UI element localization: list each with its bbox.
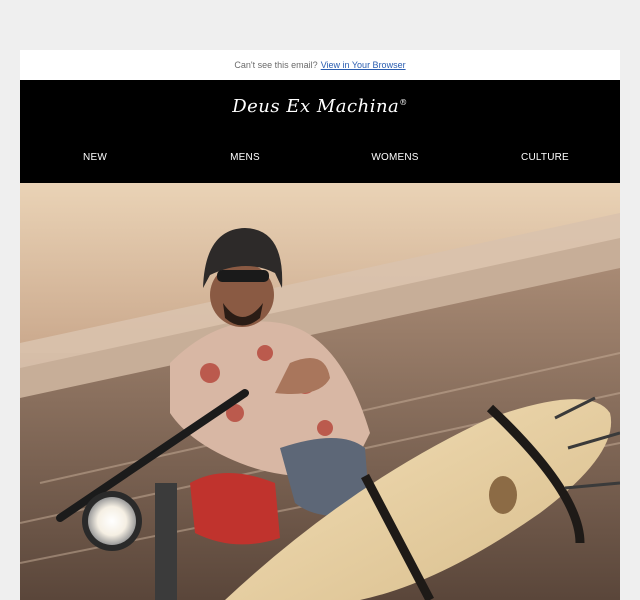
sunglasses: [217, 270, 269, 282]
main-nav: NEW MENS WOMENS CULTURE: [20, 152, 620, 163]
board-logo-icon: [489, 476, 517, 514]
preheader: Can't see this email? View in Your Brows…: [20, 50, 620, 80]
preheader-text: Can't see this email?: [234, 60, 318, 70]
headlight: [88, 497, 136, 545]
email-header: Deus Ex Machina® NEW MENS WOMENS CULTURE: [20, 80, 620, 183]
logo-text: Deus Ex Machina: [232, 96, 400, 117]
hero-illustration: [20, 183, 620, 600]
registered-mark: ®: [399, 98, 408, 107]
nav-item-culture[interactable]: CULTURE: [470, 152, 620, 163]
view-in-browser-link[interactable]: View in Your Browser: [321, 60, 406, 70]
nav-item-womens[interactable]: WOMENS: [320, 152, 470, 163]
nav-item-new[interactable]: NEW: [20, 152, 170, 163]
hero-image[interactable]: [20, 183, 620, 600]
front-fork: [155, 483, 177, 600]
fuel-tank: [190, 473, 280, 545]
nav-item-mens[interactable]: MENS: [170, 152, 320, 163]
brand-logo[interactable]: Deus Ex Machina®: [20, 96, 620, 117]
email-container: Can't see this email? View in Your Brows…: [20, 50, 620, 600]
